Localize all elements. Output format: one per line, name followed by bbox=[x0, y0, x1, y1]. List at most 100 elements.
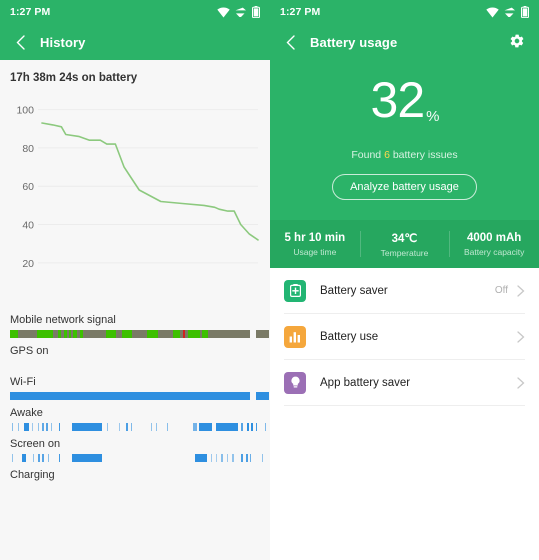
chevron-right-icon bbox=[517, 376, 525, 389]
timeline-segment bbox=[64, 330, 67, 338]
timeline-bar bbox=[10, 392, 250, 400]
timeline-track bbox=[10, 485, 260, 493]
timeline-segment bbox=[250, 454, 251, 462]
timeline-segment bbox=[156, 423, 157, 431]
timeline-segment bbox=[33, 454, 34, 462]
signal-icon bbox=[235, 7, 246, 17]
timeline-segment bbox=[10, 330, 18, 338]
timeline-row: Wi-Fi bbox=[10, 369, 269, 400]
timeline-row-label: Wi-Fi bbox=[10, 376, 36, 388]
battery-stat-value: 34℃ bbox=[391, 232, 418, 245]
timeline-segment bbox=[51, 423, 52, 431]
timeline-segment bbox=[107, 423, 108, 431]
battery-percent-value: 32 bbox=[370, 72, 426, 128]
timeline-segment bbox=[69, 330, 71, 338]
battery-usage-screen: 1:27 PM Battery usage 32 % Found 6 batte… bbox=[270, 0, 539, 560]
timeline-segment bbox=[24, 423, 29, 431]
status-clock: 1:27 PM bbox=[280, 6, 321, 18]
issues-prefix: Found bbox=[351, 149, 385, 161]
timeline-segment bbox=[38, 454, 40, 462]
timeline-current-chip bbox=[256, 392, 269, 400]
timeline-current-chip bbox=[256, 330, 269, 338]
timeline-segment bbox=[202, 330, 208, 338]
wifi-icon bbox=[217, 6, 230, 17]
battery-plus-icon bbox=[284, 279, 306, 302]
battery-stat: 4000 mAh Battery capacity bbox=[449, 232, 539, 257]
list-item[interactable]: Battery use bbox=[284, 314, 525, 360]
battery-icon bbox=[521, 6, 529, 18]
bulb-icon bbox=[284, 371, 306, 394]
chart-canvas: 100 80 60 40 20 bbox=[16, 105, 259, 270]
timeline-track bbox=[10, 392, 269, 400]
list-item-label: App battery saver bbox=[320, 376, 411, 389]
timeline-segment bbox=[59, 423, 60, 431]
bar-chart-icon bbox=[284, 325, 306, 348]
battery-hero: 32% Found 6 battery issues Analyze batte… bbox=[270, 60, 539, 220]
battery-stat-label: Usage time bbox=[293, 246, 337, 257]
chevron-left-icon[interactable] bbox=[12, 34, 28, 50]
battery-stat-label: Battery capacity bbox=[463, 246, 525, 257]
timeline-segment bbox=[173, 330, 180, 338]
timeline-segment bbox=[80, 330, 83, 338]
timeline-segment bbox=[119, 423, 120, 431]
timeline-segment bbox=[199, 423, 212, 431]
dual-screenshot: 1:27 PM History 17h 38m 24s on battery 1… bbox=[0, 0, 539, 560]
battery-level-chart: 100 80 60 40 20 bbox=[10, 92, 260, 307]
timeline-row-label: Charging bbox=[10, 469, 55, 481]
timeline-segment bbox=[131, 423, 132, 431]
chart-line-battery-level bbox=[41, 122, 259, 241]
chevron-right-icon bbox=[517, 284, 525, 297]
timeline-segment bbox=[147, 330, 158, 338]
timeline-segment bbox=[221, 454, 223, 462]
timeline-bar bbox=[10, 330, 250, 338]
timeline-segment bbox=[32, 423, 33, 431]
timeline-segment bbox=[122, 330, 132, 338]
analyze-battery-usage-button[interactable]: Analyze battery usage bbox=[332, 174, 477, 200]
timeline-current-chip bbox=[256, 423, 269, 431]
status-icons bbox=[217, 6, 260, 18]
timeline-segment bbox=[18, 423, 19, 431]
chart-y-tick: 20 bbox=[22, 258, 34, 270]
timeline-segment bbox=[106, 330, 116, 338]
status-bar-left: 1:27 PM bbox=[0, 0, 270, 24]
list-item[interactable]: Battery saver Off bbox=[284, 268, 525, 314]
timeline-segment bbox=[73, 330, 77, 338]
timeline-segment bbox=[195, 454, 207, 462]
timeline-track bbox=[10, 361, 260, 369]
timeline-segment bbox=[241, 454, 243, 462]
battery-stat-label: Temperature bbox=[380, 247, 429, 258]
timeline-segment bbox=[58, 330, 61, 338]
battery-history-chart-card: 17h 38m 24s on battery 100 80 60 40 20 bbox=[0, 60, 270, 307]
timeline-segment bbox=[72, 454, 102, 462]
timeline-row: Mobile network signal bbox=[10, 307, 269, 338]
chevron-left-icon[interactable] bbox=[282, 34, 298, 50]
timeline-row: Charging bbox=[10, 462, 260, 493]
timeline-segment bbox=[72, 423, 102, 431]
signal-icon bbox=[504, 7, 515, 17]
timeline-segment bbox=[12, 423, 13, 431]
status-clock: 1:27 PM bbox=[10, 6, 51, 18]
timeline-track bbox=[10, 330, 269, 338]
usage-timeline-list: Mobile network signal GPS on Wi-Fi Awake Scr… bbox=[0, 307, 270, 493]
timeline-row-label: Mobile network signal bbox=[10, 314, 116, 326]
issues-suffix: battery issues bbox=[389, 149, 458, 161]
battery-stat: 34℃ Temperature bbox=[360, 231, 450, 258]
timeline-segment bbox=[211, 454, 212, 462]
timeline-segment bbox=[46, 423, 48, 431]
list-item-label: Battery use bbox=[320, 330, 379, 343]
timeline-row: Awake bbox=[10, 400, 266, 431]
timeline-segment bbox=[38, 423, 39, 431]
chart-y-tick: 40 bbox=[22, 220, 34, 232]
timeline-segment bbox=[216, 454, 217, 462]
timeline-segment bbox=[188, 330, 200, 338]
timeline-segment bbox=[42, 423, 44, 431]
timeline-segment bbox=[48, 454, 49, 462]
timeline-segment bbox=[232, 454, 234, 462]
page-title: Battery usage bbox=[310, 34, 398, 50]
timeline-row-label: Awake bbox=[10, 407, 43, 419]
timeline-row: Screen on bbox=[10, 431, 263, 462]
battery-stat: 5 hr 10 min Usage time bbox=[270, 232, 360, 257]
timeline-segment bbox=[126, 423, 128, 431]
gear-icon[interactable] bbox=[509, 33, 527, 51]
list-item[interactable]: App battery saver bbox=[284, 360, 525, 406]
